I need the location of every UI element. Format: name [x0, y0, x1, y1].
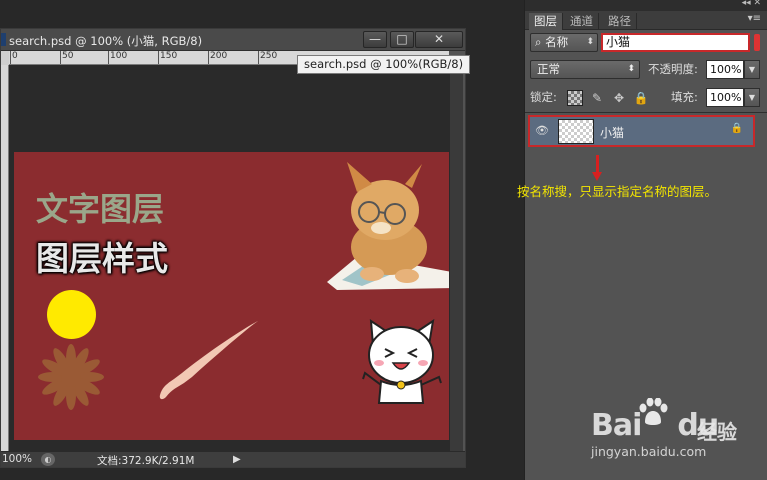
annotation-text: 按名称搜，只显示指定名称的图层。: [517, 184, 718, 199]
document-title: search.psd @ 100% (小猫, RGB/8): [9, 34, 203, 48]
document-tooltip: search.psd @ 100%(RGB/8): [297, 55, 471, 74]
select-arrows-icon: ⬍: [586, 37, 594, 47]
vertical-scrollbar[interactable]: [449, 65, 463, 453]
layer-filter-row: ⌕ 名称 ⬍ 小猫: [525, 33, 767, 55]
filter-kind-label: 名称: [545, 35, 569, 49]
ruler-tick: [158, 51, 159, 64]
ruler-tick-label: 200: [210, 51, 228, 61]
ruler-tick-label: 150: [160, 51, 178, 61]
vertical-ruler[interactable]: [1, 65, 9, 453]
ruler-tick-label: 0: [12, 51, 18, 61]
panel-menu-icon[interactable]: ▾≡: [748, 13, 761, 24]
canvas-workarea[interactable]: 文字图层 图层样式: [9, 65, 456, 453]
lock-transparency-icon[interactable]: [567, 90, 583, 106]
lock-fill-row: 锁定: ✎ ✥ 🔒 填充: 100% ▼: [525, 88, 767, 110]
ruler-tick: [60, 51, 61, 64]
photoshop-workspace: search.psd @ 100% (小猫, RGB/8) — □ ✕ 0 50…: [0, 0, 767, 480]
blend-mode-select[interactable]: 正常 ⬍: [530, 60, 640, 79]
ruler-tick: [108, 51, 109, 64]
fill-dropdown-icon[interactable]: ▼: [744, 88, 760, 107]
brush-shape: [159, 321, 258, 400]
zoom-field[interactable]: 100%: [1, 453, 37, 466]
ruler-tick-label: 50: [62, 51, 74, 61]
ruler-tick: [258, 51, 259, 64]
ruler-tick: [10, 51, 11, 64]
baidu-jingyan-watermark: Bai du 经验 jingyan.baidu.com: [591, 398, 767, 480]
watermark-url: jingyan.baidu.com: [591, 444, 707, 459]
maximize-button[interactable]: □: [390, 31, 414, 48]
cartoon-cat-layer: [362, 318, 442, 404]
collapse-panels-icon[interactable]: ◂◂ ✕: [742, 0, 761, 8]
layer-lock-icon: 🔒: [730, 123, 743, 134]
ruler-tick-label: 100: [110, 51, 128, 61]
ruler-tick: [208, 51, 209, 64]
canvas-style-layer: 图层样式: [36, 239, 168, 278]
canvas[interactable]: 文字图层 图层样式: [14, 152, 456, 440]
panel-dock-strip: ◂◂ ✕: [525, 0, 767, 11]
status-info-icon[interactable]: ◐: [41, 453, 55, 466]
panel-tabs: 图层 通道 路径 ▾≡: [525, 11, 767, 30]
blend-mode-value: 正常: [537, 62, 560, 76]
opacity-field[interactable]: 100%: [706, 60, 744, 79]
cat-photo-layer: [327, 162, 455, 290]
layer-row[interactable]: 👁 小猫 🔒: [528, 115, 755, 147]
visibility-eye-icon[interactable]: 👁: [535, 125, 549, 137]
opacity-dropdown-icon[interactable]: ▼: [744, 60, 760, 79]
filter-toggle[interactable]: [754, 34, 760, 51]
select-arrows-icon: ⬍: [627, 64, 635, 74]
document-window: search.psd @ 100% (小猫, RGB/8) — □ ✕ 0 50…: [0, 28, 466, 468]
annotation-arrow-head: [592, 172, 602, 181]
search-icon: ⌕: [535, 35, 546, 49]
filter-kind-select[interactable]: ⌕ 名称 ⬍: [530, 33, 598, 52]
minimize-button[interactable]: —: [363, 31, 387, 48]
opacity-label: 不透明度:: [648, 62, 698, 76]
flower-shape: [38, 344, 104, 410]
lock-all-icon[interactable]: 🔒: [633, 90, 649, 106]
blend-opacity-row: 正常 ⬍ 不透明度: 100% ▼: [525, 60, 767, 82]
fill-field[interactable]: 100%: [706, 88, 744, 107]
fill-label: 填充:: [671, 90, 698, 104]
layer-search-input[interactable]: 小猫: [601, 33, 750, 52]
tab-channels[interactable]: 通道: [565, 13, 599, 30]
close-button[interactable]: ✕: [415, 31, 463, 48]
layer-thumbnail[interactable]: [558, 119, 594, 144]
layer-name[interactable]: 小猫: [600, 124, 624, 141]
ruler-tick-label: 250: [260, 51, 278, 61]
tab-paths[interactable]: 路径: [603, 13, 637, 30]
watermark-cn: 经验: [697, 420, 737, 444]
status-bar: 100% ◐ 文档:372.9K/2.91M ▶: [1, 451, 465, 467]
canvas-text-layer: 文字图层: [36, 190, 165, 228]
status-menu-arrow-icon[interactable]: ▶: [233, 454, 241, 465]
tab-layers[interactable]: 图层: [529, 13, 563, 30]
lock-paint-icon[interactable]: ✎: [589, 90, 605, 106]
document-size: 文档:372.9K/2.91M: [97, 455, 195, 467]
document-titlebar[interactable]: search.psd @ 100% (小猫, RGB/8) — □ ✕: [1, 29, 465, 51]
ruler-corner[interactable]: [1, 51, 9, 65]
lock-label: 锁定:: [530, 90, 557, 104]
lock-position-icon[interactable]: ✥: [611, 90, 627, 106]
document-icon: [1, 33, 6, 46]
yellow-circle-shape: [47, 290, 96, 339]
